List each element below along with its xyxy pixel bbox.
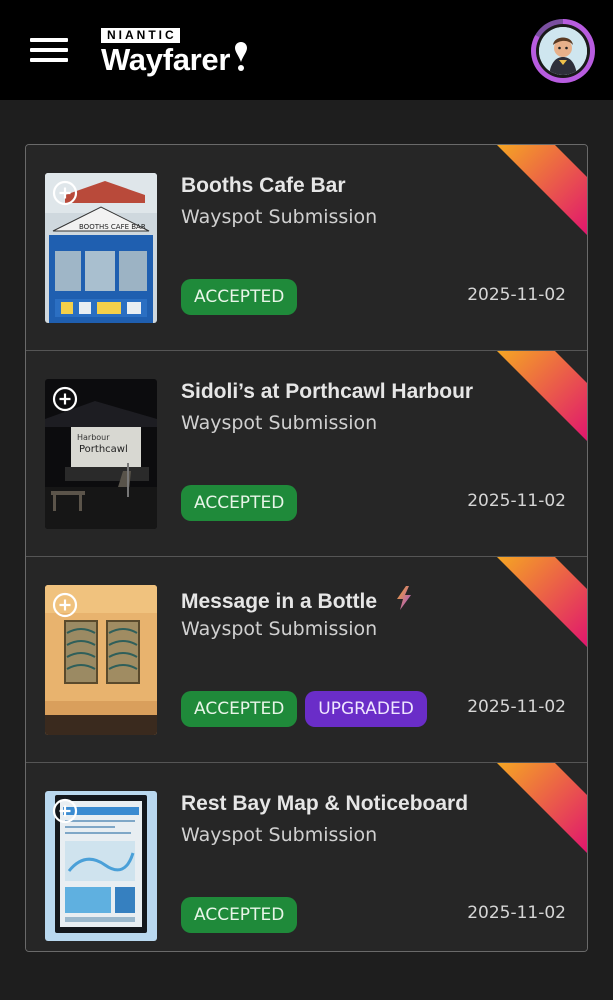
svg-text:Harbour: Harbour: [77, 433, 110, 442]
submission-title: Rest Bay Map & Noticeboard: [181, 792, 469, 815]
submission-type: Wayspot Submission: [181, 412, 378, 434]
submission-title: Sidoli’s at Porthcawl Harbour: [181, 380, 474, 403]
submission-thumbnail[interactable]: Harbour Porthcawl: [45, 379, 157, 529]
submission-date: 2025-11-02: [467, 903, 566, 923]
submission-card[interactable]: BOOTHS CAFE BAR Booths Cafe Bar Wayspot …: [26, 145, 587, 351]
submission-thumbnail[interactable]: [45, 791, 157, 941]
hamburger-menu-icon[interactable]: [28, 36, 70, 66]
corner-ribbon-icon: [497, 145, 587, 235]
map-pin-icon: [235, 42, 247, 71]
svg-text:Porthcawl: Porthcawl: [79, 444, 128, 455]
submission-type: Wayspot Submission: [181, 618, 378, 640]
accepted-status-badge: ACCEPTED: [181, 279, 298, 315]
corner-ribbon-icon: [497, 557, 587, 647]
submission-thumbnail[interactable]: [45, 585, 157, 735]
add-circle-icon[interactable]: [52, 798, 78, 824]
submission-card[interactable]: Harbour Porthcawl Sidoli’s at Porthcawl …: [26, 351, 587, 557]
submission-title: Message in a Bottle: [181, 590, 378, 613]
accepted-status-badge: ACCEPTED: [181, 691, 298, 727]
submission-type: Wayspot Submission: [181, 824, 378, 846]
lightning-bolt-icon: [396, 586, 411, 610]
profile-avatar[interactable]: [531, 19, 595, 83]
submission-title: Booths Cafe Bar: [181, 174, 346, 197]
upgraded-status-badge: UPGRADED: [305, 691, 427, 727]
submission-thumbnail[interactable]: BOOTHS CAFE BAR: [45, 173, 157, 323]
add-circle-icon[interactable]: [52, 180, 78, 206]
submission-type: Wayspot Submission: [181, 206, 378, 228]
accepted-status-badge: ACCEPTED: [181, 485, 298, 521]
add-circle-icon[interactable]: [52, 386, 78, 412]
logo-brand-text: NIANTIC: [101, 28, 180, 43]
submission-date: 2025-11-02: [467, 285, 566, 305]
accepted-status-badge: ACCEPTED: [181, 897, 298, 933]
corner-ribbon-icon: [497, 351, 587, 441]
submission-list: BOOTHS CAFE BAR Booths Cafe Bar Wayspot …: [25, 144, 588, 952]
corner-ribbon-icon: [497, 763, 587, 853]
avatar-image: [539, 27, 587, 75]
submission-card[interactable]: Message in a Bottle Wayspot Submission A…: [26, 557, 587, 763]
submission-date: 2025-11-02: [467, 491, 566, 511]
submission-card[interactable]: Rest Bay Map & Noticeboard Wayspot Submi…: [26, 763, 587, 951]
logo-name-text: Wayfarer: [101, 42, 231, 77]
wayfarer-logo[interactable]: NIANTIC Wayfarer: [101, 24, 247, 77]
svg-text:BOOTHS CAFE BAR: BOOTHS CAFE BAR: [79, 223, 146, 231]
submission-title-row: Message in a Bottle: [181, 586, 413, 614]
top-app-bar: NIANTIC Wayfarer: [0, 0, 613, 100]
submission-date: 2025-11-02: [467, 697, 566, 717]
add-circle-icon[interactable]: [52, 592, 78, 618]
